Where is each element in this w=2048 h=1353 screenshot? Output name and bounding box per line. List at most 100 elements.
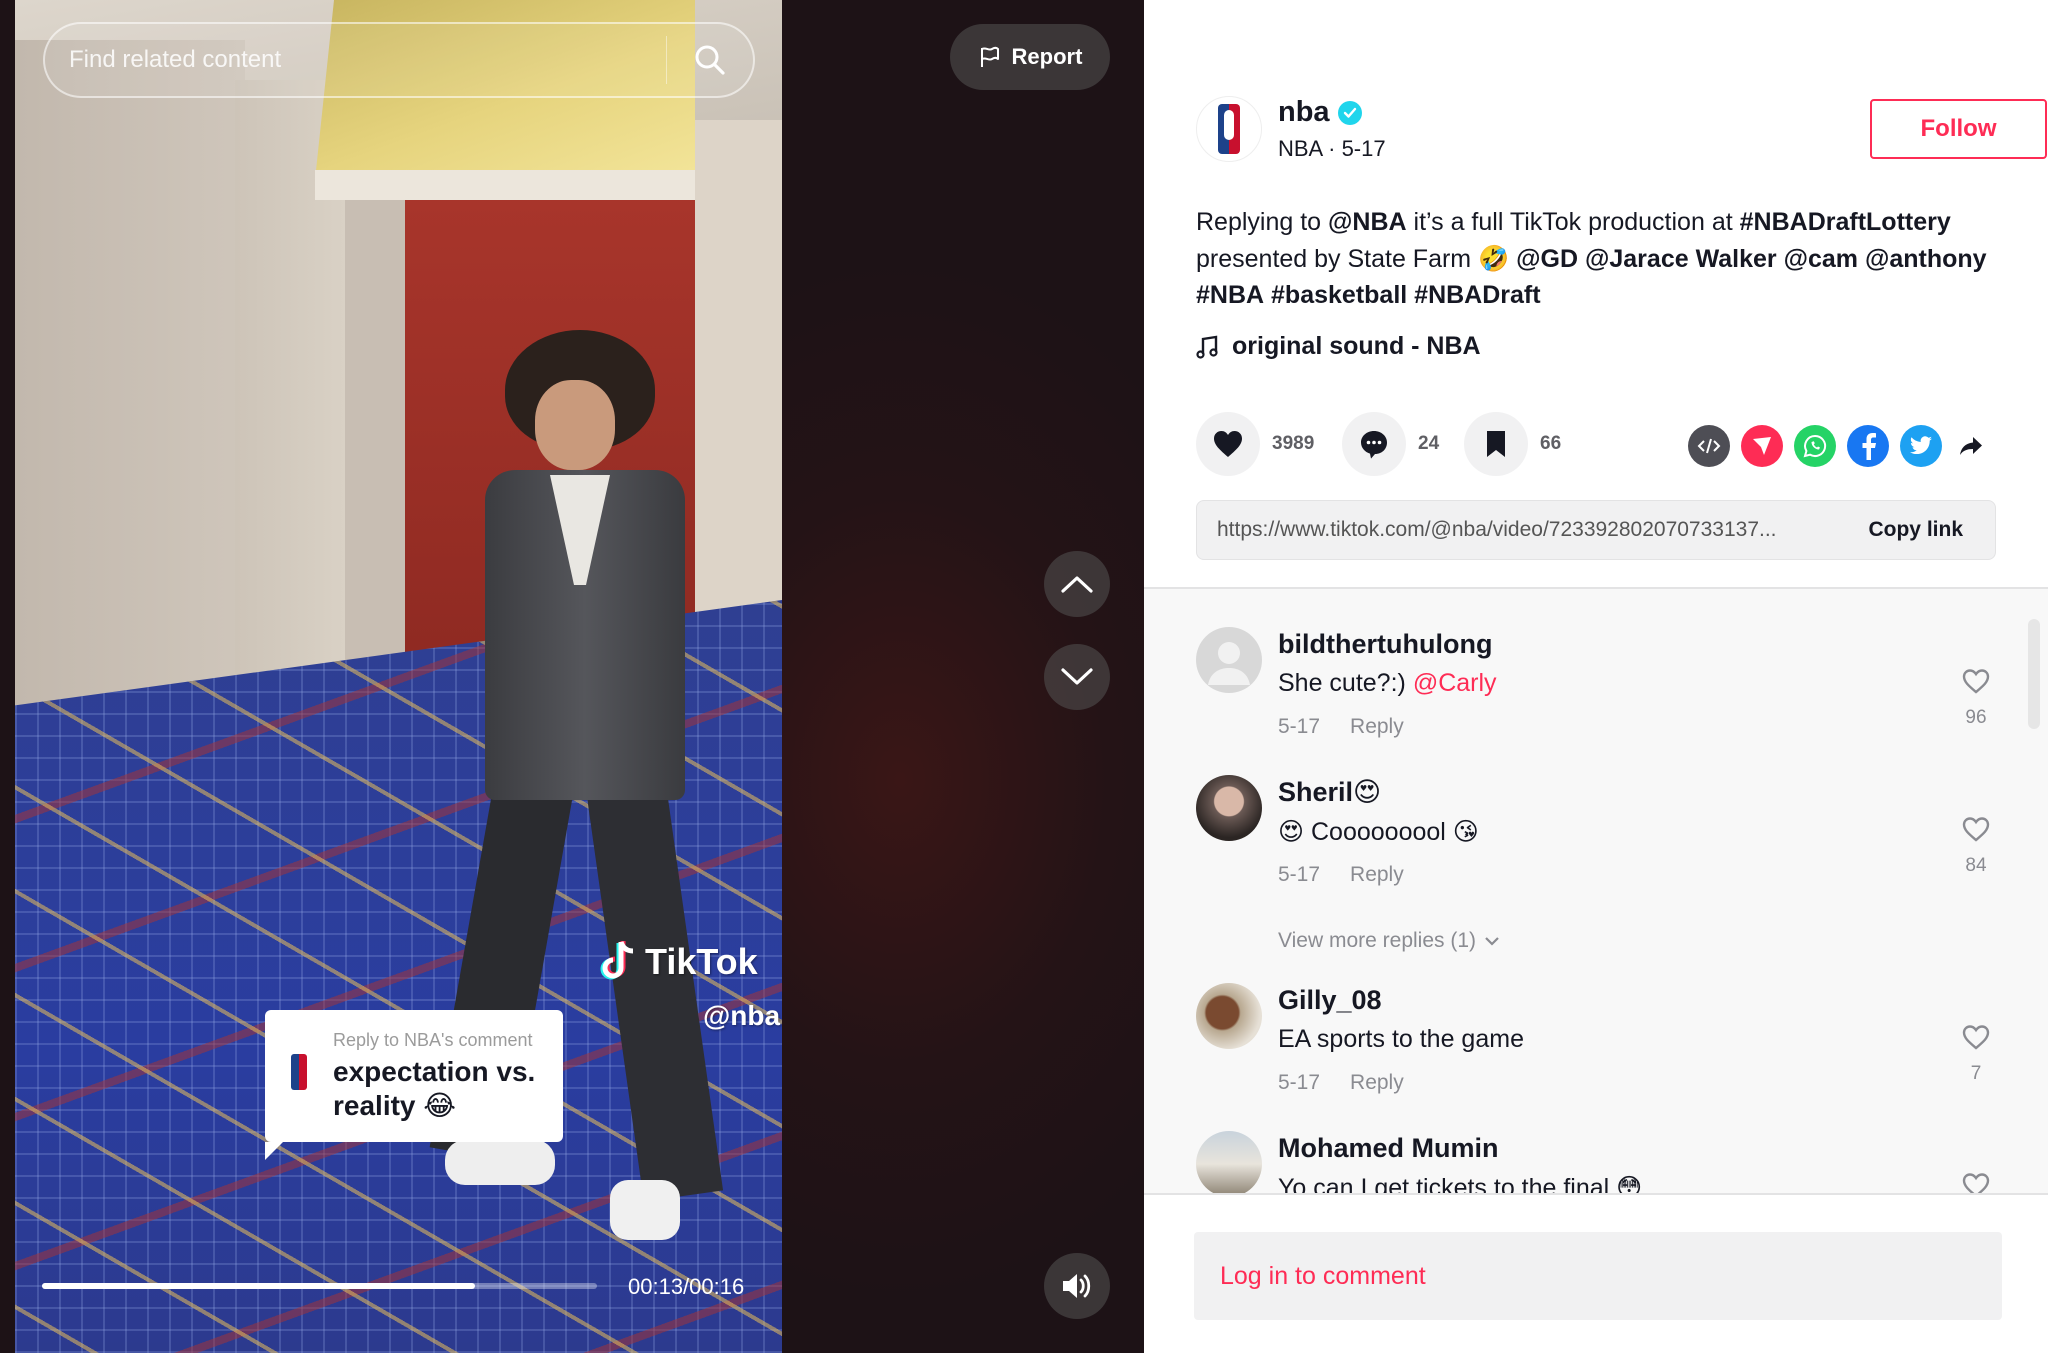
search-icon xyxy=(695,45,725,75)
description-tag-link[interactable]: @cam xyxy=(1784,245,1858,273)
person-shoe xyxy=(610,1180,680,1240)
tiktok-watermark: TikTok xyxy=(599,940,758,984)
comment-button[interactable]: 24 xyxy=(1342,412,1439,476)
comment-reply-button[interactable]: Reply xyxy=(1350,1071,1404,1095)
bookmark-icon xyxy=(1487,431,1505,457)
embed-code-icon xyxy=(1697,438,1721,454)
like-icon-wrap xyxy=(1196,412,1260,476)
description-tag-link[interactable]: @GD xyxy=(1516,245,1578,273)
search-button[interactable] xyxy=(667,24,753,96)
favorite-button[interactable]: 66 xyxy=(1464,412,1561,476)
comment-meta: 5-17 Reply xyxy=(1278,863,1404,887)
heart-outline-icon xyxy=(1962,1173,1990,1193)
description-text xyxy=(1858,245,1865,273)
share-facebook-button[interactable] xyxy=(1847,425,1889,467)
like-count: 3989 xyxy=(1272,433,1315,454)
comment-username[interactable]: bildthertuhulong xyxy=(1278,629,1492,660)
description-tag-link[interactable]: #NBADraft xyxy=(1414,281,1540,309)
description-tag-link[interactable]: @NBA xyxy=(1328,208,1407,236)
paper-plane-icon xyxy=(1753,437,1771,455)
video-frame-wall xyxy=(15,40,245,740)
share-whatsapp-button[interactable] xyxy=(1794,425,1836,467)
comment-username[interactable]: Sheril😍 xyxy=(1278,777,1381,808)
person-shoe xyxy=(445,1140,555,1185)
facebook-icon xyxy=(1862,433,1876,460)
copy-link-button[interactable]: Copy link xyxy=(1848,518,1995,542)
default-avatar-icon xyxy=(1208,642,1250,685)
heart-outline-icon xyxy=(1962,817,1990,842)
video-player[interactable]: TikTok @nba Reply to NBA's comment expec… xyxy=(15,0,782,1353)
author-username-text: nba xyxy=(1278,96,1330,128)
report-button[interactable]: Report xyxy=(950,24,1110,90)
heart-outline-icon xyxy=(1962,669,1990,694)
comment-like-button[interactable]: 96 xyxy=(1956,667,1996,729)
whatsapp-icon xyxy=(1803,434,1827,458)
author-info: nba NBA · 5-17 Follow xyxy=(1196,96,2047,166)
comment-body: She cute?:) xyxy=(1278,669,1413,697)
description-text: it’s a full TikTok production at xyxy=(1406,208,1740,236)
comment-like-button[interactable]: 7 xyxy=(1956,1023,1996,1085)
comment-date: 5-17 xyxy=(1278,715,1321,738)
share-twitter-button[interactable] xyxy=(1900,425,1942,467)
description-text xyxy=(1264,281,1271,309)
description-tag-link[interactable]: @anthony xyxy=(1865,245,1987,273)
comment-list-scrollbar[interactable] xyxy=(2028,619,2040,729)
related-search-bar xyxy=(43,22,755,98)
next-video-button[interactable] xyxy=(1044,644,1110,710)
verified-badge-icon xyxy=(1337,100,1362,125)
music-link[interactable]: original sound - NBA xyxy=(1196,332,1481,361)
comment-reply-button[interactable]: Reply xyxy=(1350,863,1404,887)
share-more-button[interactable] xyxy=(1950,425,1992,467)
comment-date: 5-17 xyxy=(1278,863,1321,886)
comment-text: She cute?:) @Carly xyxy=(1278,669,1497,698)
author-nickname-date: NBA · 5-17 xyxy=(1278,136,1386,161)
tiktok-video-page: TikTok @nba Reply to NBA's comment expec… xyxy=(0,0,2048,1353)
video-link-url[interactable]: https://www.tiktok.com/@nba/video/723392… xyxy=(1197,518,1848,542)
favorite-icon-wrap xyxy=(1464,412,1528,476)
related-search-input[interactable] xyxy=(45,24,666,96)
comment-reply-button[interactable]: Reply xyxy=(1350,715,1404,739)
comment-avatar[interactable] xyxy=(1196,627,1262,693)
post-info-panel: nba NBA · 5-17 Follow Replying to @NBA i… xyxy=(1144,0,2048,1353)
comment-avatar[interactable] xyxy=(1196,775,1262,841)
reply-sticker: Reply to NBA's comment expectation vs. r… xyxy=(265,1010,563,1160)
description-text xyxy=(1578,245,1585,273)
author-username[interactable]: nba xyxy=(1278,96,1362,129)
comment-text: EA sports to the game xyxy=(1278,1025,1524,1053)
comment-like-count: 96 xyxy=(1965,707,1987,728)
music-title: original sound - NBA xyxy=(1232,332,1481,360)
video-progress-bar[interactable] xyxy=(42,1283,597,1289)
share-embed-button[interactable] xyxy=(1688,425,1730,467)
description-tag-link[interactable]: #basketball xyxy=(1271,281,1407,309)
previous-video-button[interactable] xyxy=(1044,551,1110,617)
twitter-bird-icon xyxy=(1910,436,1932,455)
tiktok-note-icon xyxy=(600,941,634,980)
view-more-replies-button[interactable]: View more replies (1) xyxy=(1278,929,1500,953)
video-time: 00:13/00:16 xyxy=(628,1274,745,1299)
description-tag-link[interactable]: @Jarace Walker xyxy=(1585,245,1777,273)
flag-icon xyxy=(980,46,999,67)
comment-avatar[interactable] xyxy=(1196,983,1262,1049)
follow-button[interactable]: Follow xyxy=(1870,99,2047,159)
comment-username[interactable]: Gilly_08 xyxy=(1278,985,1382,1016)
chevron-down-icon xyxy=(1061,668,1093,685)
comment-text: Yo can I get tickets to the final 😳 xyxy=(1278,1174,1643,1195)
author-avatar[interactable] xyxy=(1196,96,1262,162)
favorite-count: 66 xyxy=(1540,433,1562,454)
description-tag-link[interactable]: #NBADraftLottery xyxy=(1740,208,1951,236)
volume-button[interactable] xyxy=(1044,1253,1110,1319)
login-to-comment-button[interactable]: Log in to comment xyxy=(1194,1232,2002,1320)
music-note-icon xyxy=(1196,335,1218,359)
description-tag-link[interactable]: #NBA xyxy=(1196,281,1264,309)
comment-like-count: 7 xyxy=(1970,1063,1982,1084)
comment-count: 24 xyxy=(1418,433,1440,454)
description-text xyxy=(1777,245,1784,273)
comment-mention[interactable]: @Carly xyxy=(1413,669,1497,697)
reply-sticker-label: Reply to NBA's comment xyxy=(333,1030,533,1050)
comment-like-button[interactable] xyxy=(1956,1171,1996,1193)
comment-avatar[interactable] xyxy=(1196,1131,1262,1193)
comment-like-button[interactable]: 84 xyxy=(1956,815,1996,877)
share-friends-button[interactable] xyxy=(1741,425,1783,467)
comment-username[interactable]: Mohamed Mumin xyxy=(1278,1133,1499,1164)
like-button[interactable]: 3989 xyxy=(1196,412,1314,476)
